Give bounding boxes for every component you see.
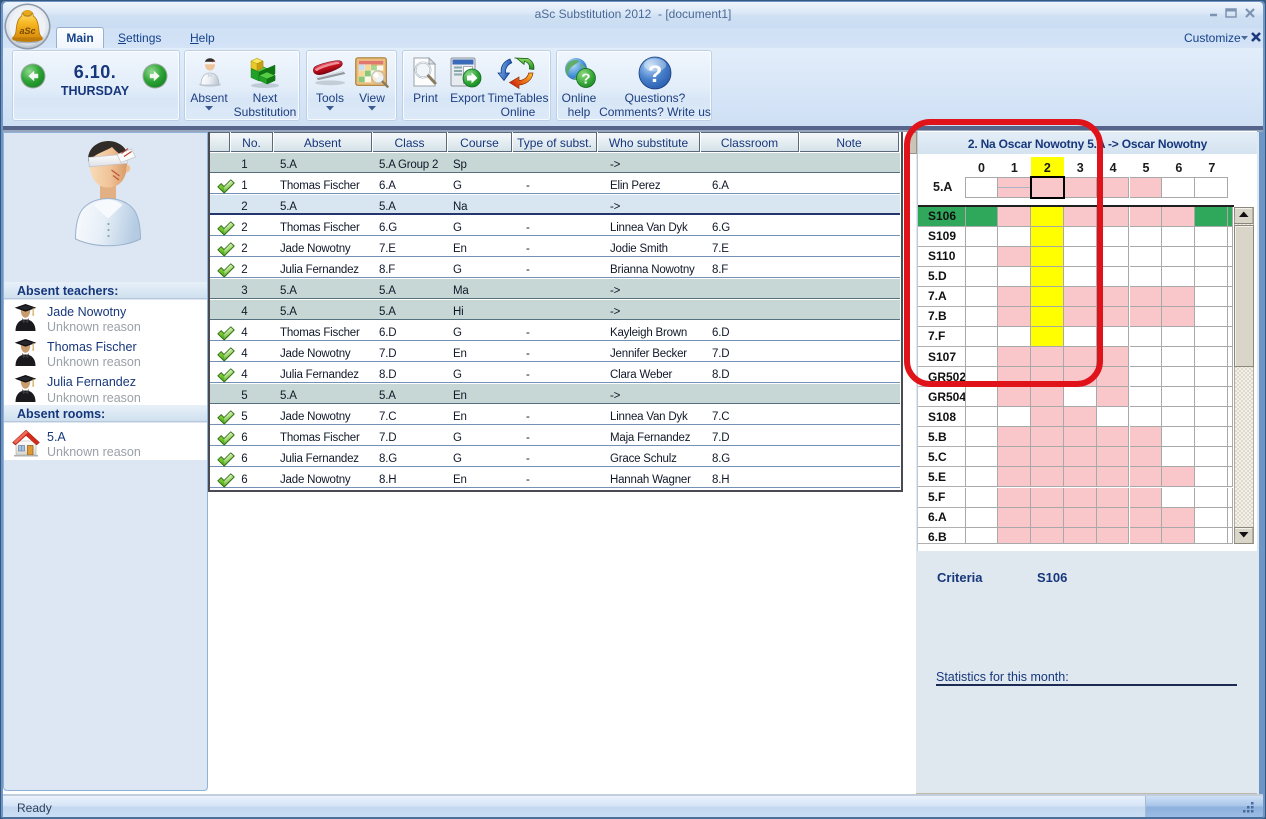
svg-text:aSc: aSc (19, 26, 35, 36)
svg-text:?: ? (648, 61, 663, 88)
svg-text:?: ? (581, 71, 590, 88)
